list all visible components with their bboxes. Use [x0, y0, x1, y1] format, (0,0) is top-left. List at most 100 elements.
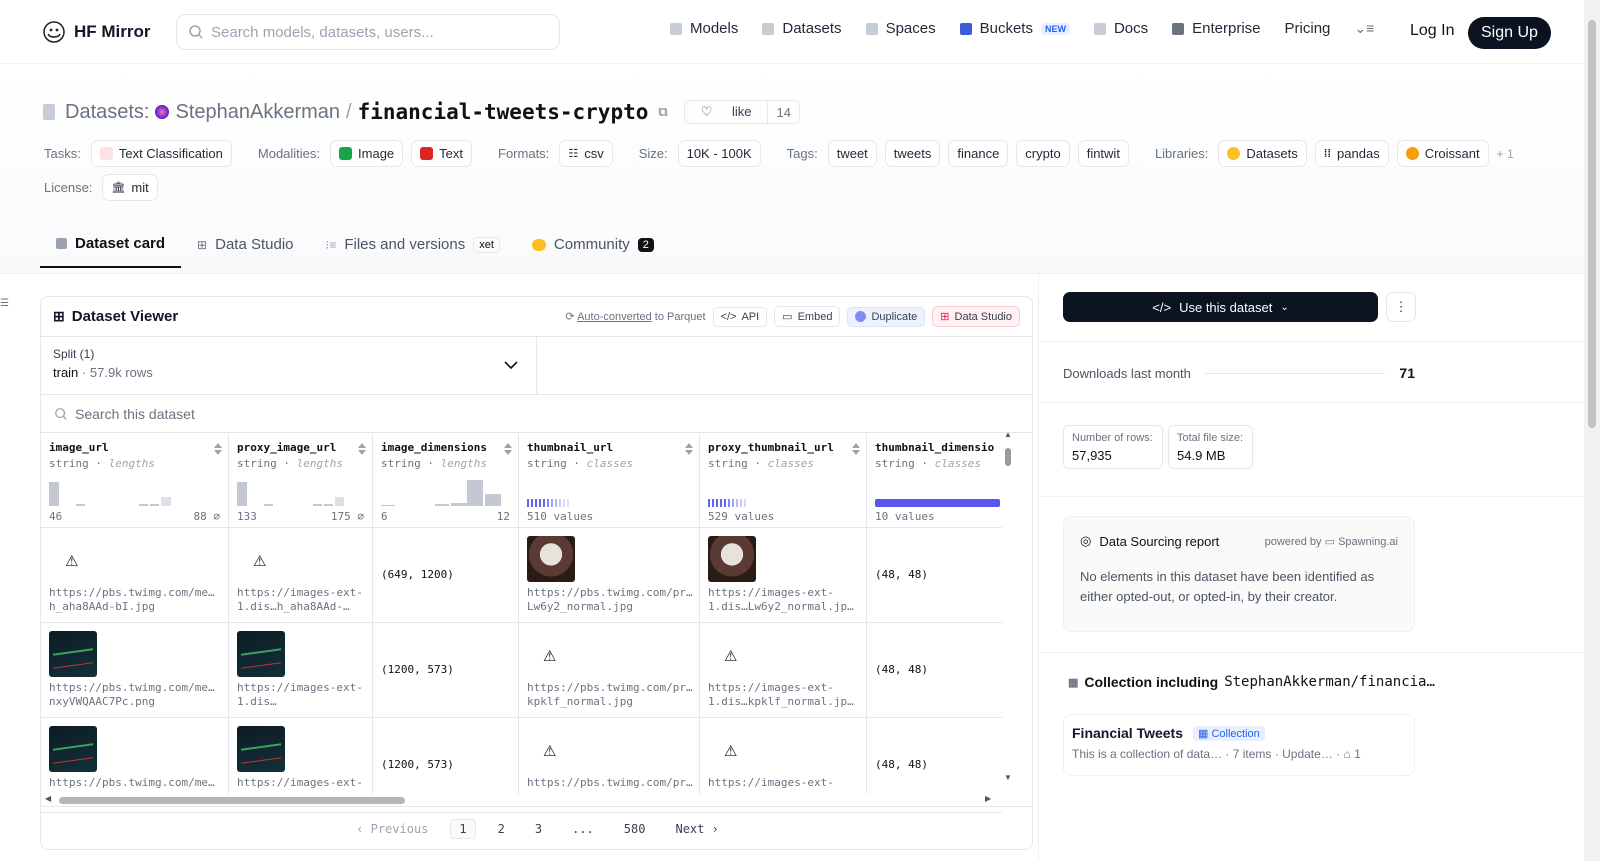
table-cell[interactable]: ⚠ https://pbs.twimg.com/pr…kpklf_normal.j… [519, 623, 699, 718]
page-button[interactable]: 580 [616, 820, 654, 838]
brand-logo[interactable]: HF Mirror [42, 20, 151, 44]
libraries-more[interactable]: + 1 [1497, 147, 1514, 161]
nav-enterprise[interactable]: Enterprise [1172, 20, 1261, 37]
tab-community[interactable]: Community 2 [516, 226, 670, 268]
tag-license[interactable]: 🏛 mit [102, 174, 158, 201]
page-scrollbar-thumb[interactable] [1588, 20, 1596, 428]
scroll-up-icon[interactable]: ▲ [1004, 430, 1012, 439]
page-button[interactable]: 3 [527, 820, 550, 838]
cell-url[interactable]: https://pbs.twimg.com/pr…kpklf_normal.jp… [527, 681, 693, 709]
page-button[interactable]: 1 [450, 818, 476, 839]
grid-horizontal-scrollbar-thumb[interactable] [59, 797, 405, 804]
repo-owner-link[interactable]: StephanAkkerman [175, 101, 340, 124]
sort-icon[interactable] [504, 443, 512, 455]
use-dataset-button[interactable]: </> Use this dataset ⌄ [1063, 292, 1378, 322]
table-cell[interactable]: https://pbs.twimg.com/pr…Lw6y2_normal.jp… [519, 528, 699, 623]
chart-thumbnail[interactable] [237, 726, 285, 772]
chart-thumbnail[interactable] [49, 726, 97, 772]
api-button[interactable]: </> API [712, 306, 768, 327]
cell-url[interactable]: https://pbs.twimg.com/me…nxyVWQAAC7Pc.pn… [49, 681, 222, 709]
cell-url[interactable]: https://images-ext-1.dis…kpklf_normal.jp… [708, 681, 860, 709]
avatar-thumbnail[interactable] [708, 536, 756, 582]
chart-thumbnail[interactable] [237, 631, 285, 677]
cell-url[interactable]: https://images-ext-1.dis…Lw6y2_normal.jp… [708, 586, 860, 614]
nav-spaces[interactable]: Spaces [865, 20, 936, 37]
like-button[interactable]: ♡ like 14 [683, 100, 800, 124]
owner-avatar[interactable] [155, 105, 170, 119]
column-header[interactable]: thumbnail_url string · classes 510 value… [519, 434, 699, 528]
tag-modality-text[interactable]: Text [411, 140, 473, 167]
table-cell[interactable]: (48, 48) [867, 623, 1002, 718]
chart-thumbnail[interactable] [49, 631, 97, 677]
table-cell[interactable]: ⚠ https://pbs.twimg.com/me…h_aha8AAd-bI.j… [41, 528, 228, 623]
table-cell[interactable]: https://pbs.twimg.com/me…nxyVWQAAC7Pc.pn… [41, 623, 228, 718]
embed-button[interactable]: ▭ Embed [774, 306, 841, 327]
tab-data-studio[interactable]: ⊞ Data Studio [181, 226, 309, 268]
tag-lib-croissant[interactable]: Croissant [1396, 140, 1489, 167]
repo-name-link[interactable]: financial-tweets-crypto [358, 100, 649, 124]
column-header[interactable]: image_dimensions string · lengths 6 12 [373, 434, 518, 528]
tag-task[interactable]: Text Classification [90, 140, 232, 167]
cell-url[interactable]: https://pbs.twimg.com/me…h_aha8AAd-bI.jp… [49, 586, 222, 614]
nav-datasets[interactable]: Datasets [762, 20, 842, 37]
table-cell[interactable]: (1200, 573) [373, 623, 518, 718]
avatar-thumbnail[interactable] [527, 536, 575, 582]
grid-vertical-scrollbar[interactable]: ▲ ▼ [1002, 430, 1014, 786]
grid-vertical-scrollbar-thumb[interactable] [1005, 448, 1011, 466]
sort-icon[interactable] [685, 443, 693, 455]
column-header[interactable]: thumbnail_dimensions string · classes 10… [867, 434, 1002, 528]
sort-icon[interactable] [852, 443, 860, 455]
table-cell[interactable]: ⚠ https://images-ext-1.dis…kpklf_normal.j… [700, 623, 866, 718]
column-header[interactable]: image_url string · lengths 46 88 ⌀ [41, 434, 228, 528]
tag-modality-image[interactable]: Image [330, 140, 404, 167]
table-cell[interactable]: (48, 48) [867, 528, 1002, 623]
tag-format[interactable]: ☷ csv [559, 140, 613, 167]
next-page-button[interactable]: Next › [667, 820, 726, 838]
dataset-search-input[interactable]: Search this dataset [41, 395, 1032, 433]
signup-button[interactable]: Sign Up [1468, 17, 1551, 49]
cell-url[interactable]: https://pbs.twimg.com/pr…Lw6y2_normal.jp… [527, 586, 693, 614]
tag-crypto[interactable]: crypto [1016, 140, 1070, 167]
tag-finance[interactable]: finance [948, 140, 1009, 167]
cell-url[interactable]: https://images-ext-1.dis… [237, 681, 366, 709]
sort-icon[interactable] [358, 443, 366, 455]
auto-converted-info[interactable]: ⟳ Auto-converted to Parquet [565, 310, 705, 323]
sort-icon[interactable] [214, 443, 222, 455]
table-cell[interactable]: (649, 1200) [373, 528, 518, 623]
nav-buckets[interactable]: Buckets NEW [959, 20, 1070, 37]
table-cell[interactable]: https://images-ext-1.dis… [229, 623, 372, 718]
nav-models[interactable]: Models [670, 20, 738, 37]
tag-fintwit[interactable]: fintwit [1077, 140, 1129, 167]
scroll-right-icon[interactable]: ▶ [985, 794, 991, 803]
data-studio-button[interactable]: ⊞ Data Studio [932, 306, 1020, 327]
more-options-button[interactable]: ⋮ [1386, 292, 1416, 322]
tag-tweet[interactable]: tweet [827, 140, 877, 167]
scroll-left-icon[interactable]: ◀ [45, 794, 51, 803]
tag-size[interactable]: 10K - 100K [677, 140, 761, 167]
column-header[interactable]: proxy_image_url string · lengths 133 175 … [229, 434, 372, 528]
column-header[interactable]: proxy_thumbnail_url string · classes 529… [700, 434, 866, 528]
nav-pricing[interactable]: Pricing [1285, 20, 1331, 37]
toc-toggle-icon[interactable]: ☰ [0, 298, 9, 309]
tag-lib-pandas[interactable]: ⁞⁞ pandas [1314, 140, 1389, 167]
table-cell[interactable]: https://images-ext-1.dis…Lw6y2_normal.jp… [700, 528, 866, 623]
collection-card[interactable]: Financial Tweets ▦ Collection This is a c… [1063, 714, 1415, 776]
nav-docs[interactable]: Docs [1093, 20, 1148, 37]
nav-more-menu[interactable]: ⌄≡ [1354, 20, 1374, 37]
split-selector[interactable]: Split (1) train · 57.9k rows [41, 337, 537, 394]
tab-files-versions[interactable]: ⁝≡ Files and versions xet [310, 226, 516, 268]
tag-lib-datasets[interactable]: Datasets [1218, 140, 1307, 167]
table-cell[interactable]: ⚠ https://images-ext-1.dis…h_aha8AAd-… [229, 528, 372, 623]
duplicate-button[interactable]: Duplicate [847, 306, 926, 327]
cell-url[interactable]: https://images-ext-1.dis…h_aha8AAd-… [237, 586, 366, 614]
page-button[interactable]: 2 [490, 820, 513, 838]
previous-page-button[interactable]: ‹ Previous [348, 820, 436, 838]
login-link[interactable]: Log In [1410, 22, 1454, 40]
powered-by[interactable]: powered by ▭ Spawning.ai [1265, 535, 1398, 548]
tab-dataset-card[interactable]: Dataset card [40, 226, 182, 268]
scroll-down-icon[interactable]: ▼ [1004, 773, 1012, 782]
global-search-input[interactable]: Search models, datasets, users... [176, 14, 560, 50]
grid-horizontal-scrollbar[interactable]: ◀ ▶ [41, 794, 1014, 806]
tag-tweets[interactable]: tweets [884, 140, 941, 167]
copy-icon[interactable]: ⧉ [658, 104, 667, 120]
